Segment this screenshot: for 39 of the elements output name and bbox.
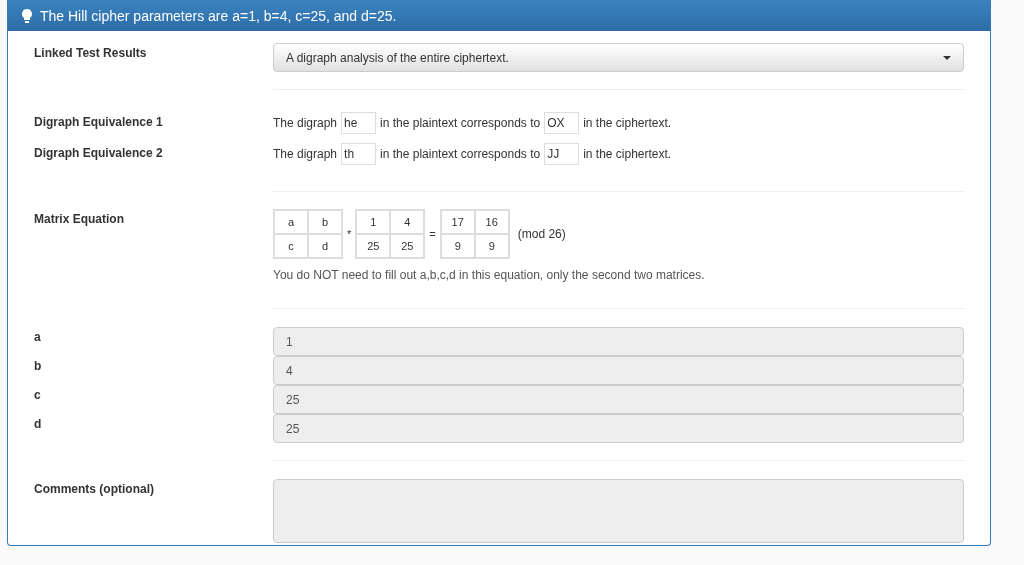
sentence-text: in the plaintext corresponds to — [380, 147, 541, 161]
hint-text: You do NOT need to fill out a,b,c,d in this equation, only the second two matrices. — [273, 268, 706, 282]
matrix-cell: 9 — [440, 234, 475, 258]
matrix-cell: 16 — [474, 210, 509, 234]
matrix-cell: 25 — [390, 234, 425, 258]
sentence-text: in the ciphertext. — [583, 147, 672, 161]
modulus-text: (mod 26) — [517, 227, 566, 241]
results-select[interactable]: A digraph analysis of the entire ciphertext. — [273, 43, 964, 72]
field-label: b — [34, 358, 43, 375]
field-label: d — [34, 416, 43, 433]
ciphertext-field[interactable]: OX — [544, 112, 580, 134]
plaintext-field[interactable]: he — [341, 112, 377, 134]
lightbulb-icon — [22, 8, 32, 23]
matrix-cell: 25 — [356, 234, 391, 258]
field-label: c — [34, 387, 42, 404]
field-label: Linked Test Results — [34, 45, 148, 62]
field-label: Matrix Equation — [34, 211, 125, 228]
matrix-cell: 4 — [390, 210, 425, 234]
sentence-text: in the plaintext corresponds to — [380, 116, 541, 130]
sentence-text: The digraph — [273, 116, 338, 130]
matrix-cell: 1 — [356, 210, 391, 234]
field-label: Comments (optional) — [34, 481, 155, 498]
caret-icon — [943, 55, 951, 60]
matrix-cell: a — [274, 210, 308, 234]
plaintext-field[interactable]: th — [341, 143, 377, 165]
ciphertext-field[interactable]: JJ — [544, 143, 580, 165]
sentence-text: in the ciphertext. — [583, 116, 672, 130]
field-label: Digraph Equivalence 1 — [34, 114, 164, 131]
sentence-text: The digraph — [273, 147, 338, 161]
matrix-cell: 9 — [474, 234, 509, 258]
matrix-cell: 17 — [440, 210, 475, 234]
field-label: Digraph Equivalence 2 — [34, 145, 164, 162]
field-label: a — [34, 329, 42, 346]
matrix-cell: d — [308, 234, 342, 258]
equals-sign: = — [428, 228, 437, 240]
matrix-cell: c — [274, 234, 308, 258]
header-text: The Hill cipher parameters are a=1, b=4, c=25, and d=25. — [40, 7, 397, 24]
matrix-cell: b — [308, 210, 342, 234]
multiply-sign: * — [346, 228, 353, 240]
